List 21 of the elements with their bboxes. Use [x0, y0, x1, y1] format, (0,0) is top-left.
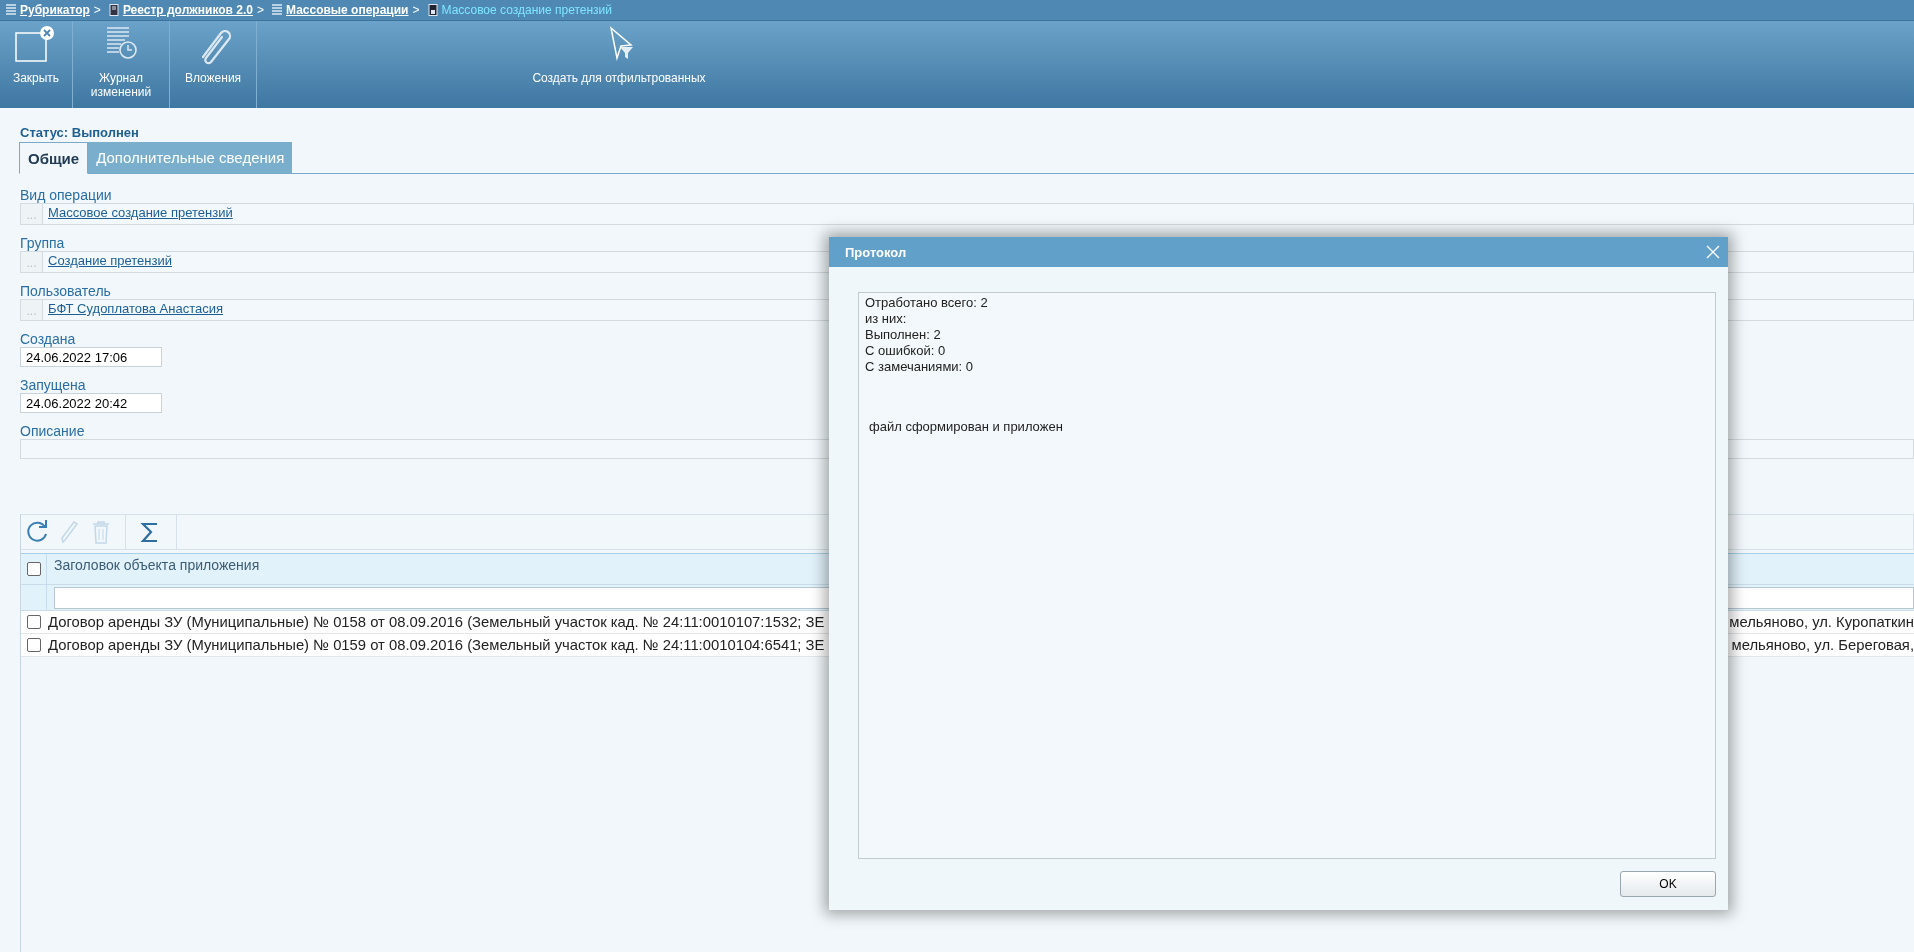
breadcrumb-separator: >	[256, 3, 264, 17]
protocol-line: из них:	[865, 311, 908, 327]
table-cell: Договор аренды ЗУ (Муниципальные) № 0159 от 08.09.2016 (Земельный участок кад. № 24:11:0010104:6541; ЗЕ	[48, 637, 825, 653]
field-label: Запущена	[20, 377, 86, 393]
protocol-line: С замечаниями: 0	[865, 359, 975, 375]
field-label: Пользователь	[20, 283, 111, 299]
dialog-title: Протокол	[845, 244, 907, 260]
breadcrumb-separator: >	[412, 3, 420, 17]
status-text: Статус: Выполнен	[20, 125, 140, 140]
field-label: Группа	[20, 235, 65, 251]
protocol-line: Выполнен: 2	[865, 327, 942, 343]
field-label: Описание	[20, 423, 85, 439]
protocol-line: Отработано всего: 2	[865, 295, 989, 311]
protocol-line: С ошибкой: 0	[865, 343, 947, 359]
field-label: Создана	[20, 331, 76, 347]
table-cell: Договор аренды ЗУ (Муниципальные) № 0158 от 08.09.2016 (Земельный участок кад. № 24:11:0010107:1532; ЗЕ	[48, 614, 825, 630]
field-label: Вид операции	[20, 187, 112, 203]
table-cell: мельяново, ул. Береговая,	[1731, 637, 1914, 653]
table-cell: мельяново, ул. Куропаткин	[1729, 614, 1914, 630]
protocol-note: файл сформирован и приложен	[869, 419, 1063, 434]
breadcrumb-separator: >	[93, 3, 101, 17]
